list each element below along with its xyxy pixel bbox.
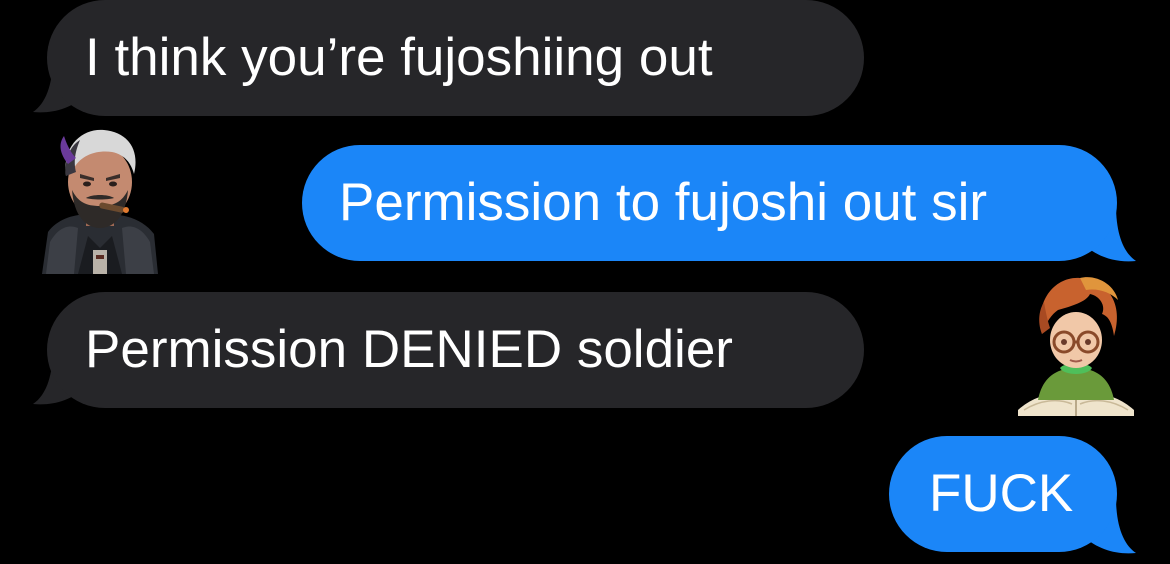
message-text: I think you’re fujoshiing out [85,28,713,87]
message-bubble-incoming[interactable]: I think you’re fujoshiing out [47,0,864,116]
message-text: Permission DENIED soldier [85,320,733,379]
bearded-commander-sticker[interactable] [38,124,162,276]
message-text: FUCK [929,464,1074,523]
message-bubble-outgoing[interactable]: Permission to fujoshi out sir [302,145,1117,261]
message-bubble-incoming[interactable]: Permission DENIED soldier [47,292,864,408]
message-text: Permission to fujoshi out sir [339,173,988,232]
message-bubble-outgoing[interactable]: FUCK [889,436,1117,552]
red-haired-reader-sticker[interactable] [1016,270,1136,416]
